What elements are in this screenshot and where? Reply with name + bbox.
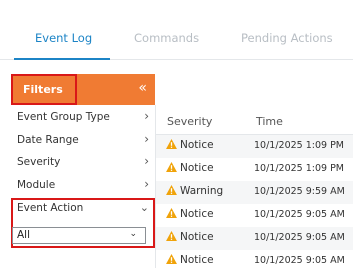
time-cell: 10/1/2025 1:09 PM [254,163,345,174]
filter-label: Severity [17,156,61,168]
severity-text: Notice [180,231,214,243]
tab-bar: Event Log Commands Pending Actions [0,0,353,60]
column-header-time[interactable]: Time [256,115,283,128]
chevron-right-icon: › [144,154,149,168]
severity-cell: Warning [166,185,223,197]
severity-cell: Notice [166,254,214,266]
column-header-severity[interactable]: Severity [167,115,212,128]
table-row[interactable]: Notice 10/1/2025 9:05 AM [156,204,353,227]
filter-label: Date Range [17,134,79,146]
filter-event-group-type[interactable]: Event Group Type › [11,107,155,130]
severity-cell: Notice [166,139,214,151]
chevron-right-icon: › [144,109,149,123]
filter-date-range[interactable]: Date Range › [11,130,155,153]
active-tab-indicator [14,58,110,60]
event-log-grid: Severity Time Notice 10/1/2025 1:09 PM N… [156,105,353,268]
chevron-right-icon: › [144,132,149,146]
severity-text: Notice [180,254,214,266]
filter-module[interactable]: Module › [11,175,155,198]
table-row[interactable]: Notice 10/1/2025 1:09 PM [156,135,353,158]
time-cell: 10/1/2025 9:05 AM [254,209,345,220]
event-action-label: Event Action [17,202,84,214]
chevron-down-icon: ⌄ [139,201,149,214]
chevron-right-icon: › [144,177,149,191]
warning-icon [166,139,177,149]
severity-cell: Notice [166,231,214,243]
tab-commands[interactable]: Commands [134,30,199,46]
filters-header: Filters « [11,74,155,105]
time-cell: 10/1/2025 9:05 AM [254,232,345,243]
warning-icon [166,231,177,241]
dropdown-arrow-icon: ⌄ [129,229,137,239]
table-row[interactable]: Notice 10/1/2025 9:05 AM [156,227,353,250]
severity-text: Notice [180,208,214,220]
table-row[interactable]: Notice 10/1/2025 1:09 PM [156,158,353,181]
filters-title: Filters [11,74,77,105]
event-action-selected-value: All [17,229,31,241]
time-cell: 10/1/2025 1:09 PM [254,140,345,151]
collapse-panel-icon[interactable]: « [138,80,147,96]
warning-icon [166,254,177,264]
filter-severity[interactable]: Severity › [11,152,155,175]
event-action-select[interactable]: All ⌄ [12,227,146,244]
time-cell: 10/1/2025 9:05 AM [254,255,345,266]
severity-cell: Notice [166,162,214,174]
warning-icon [166,208,177,218]
tab-pending-actions[interactable]: Pending Actions [241,30,333,46]
severity-cell: Notice [166,208,214,220]
warning-icon [166,185,177,195]
filter-label: Module [17,179,56,191]
warning-icon [166,162,177,172]
tab-event-log[interactable]: Event Log [35,30,92,46]
table-row[interactable]: Notice 10/1/2025 9:05 AM [156,250,353,273]
severity-text: Notice [180,139,214,151]
filter-label: Event Group Type [17,111,110,123]
severity-text: Notice [180,162,214,174]
severity-text: Warning [180,185,224,197]
table-row[interactable]: Warning 10/1/2025 9:59 AM [156,181,353,204]
time-cell: 10/1/2025 9:59 AM [254,186,345,197]
